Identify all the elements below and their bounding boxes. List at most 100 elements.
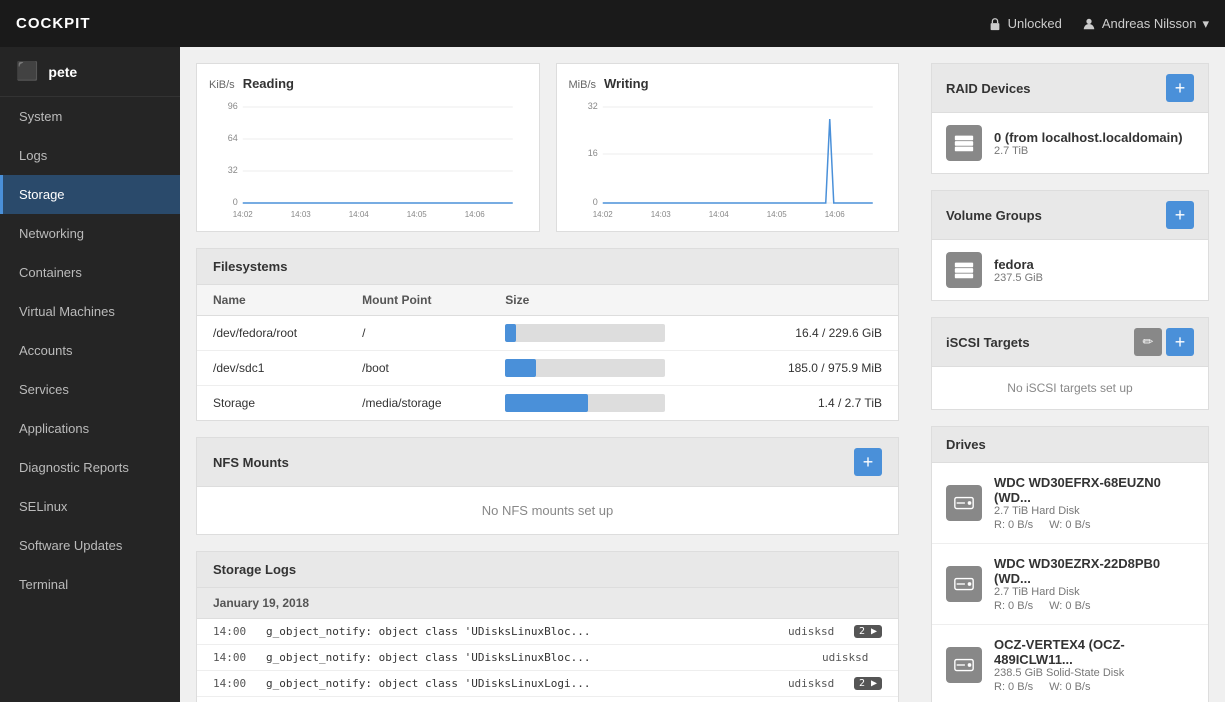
storage-logs-header: Storage Logs	[197, 552, 898, 588]
fs-bar	[489, 386, 736, 421]
disk-icon	[953, 132, 975, 154]
svg-text:14:06: 14:06	[824, 210, 845, 219]
writing-chart-svg: 32 16 0 14:02 14:03 14:04 14:05 14:06	[569, 99, 887, 219]
log-row: 14:00 g_object_notify: object class 'UDi…	[197, 671, 898, 697]
log-message: g_object_notify: object class 'UDisksLin…	[266, 651, 814, 664]
drive-item[interactable]: WDC WD30EZRX-22D8PB0 (WD... 2.7 TiB Hard…	[932, 544, 1208, 625]
fs-bar	[489, 316, 736, 351]
iscsi-section: iSCSI Targets ✏ + No iSCSI targets set u…	[931, 317, 1209, 410]
sidebar-item-selinux[interactable]: SELinux	[0, 487, 180, 526]
iscsi-add-button[interactable]: +	[1166, 328, 1194, 356]
hdd-icon	[953, 573, 975, 595]
sidebar: ⬛ pete System Logs Storage Networking Co…	[0, 47, 180, 702]
col-size-val	[736, 285, 898, 316]
sidebar-item-accounts[interactable]: Accounts	[0, 331, 180, 370]
charts-row: KiB/s Reading 96 64 32 0	[196, 63, 899, 232]
sidebar-item-virtual-machines[interactable]: Virtual Machines	[0, 292, 180, 331]
log-time: 14:00	[213, 651, 258, 664]
drive-write: W: 0 B/s	[1049, 681, 1090, 693]
raid-devices-section: RAID Devices + 0 (from localhost.localdo…	[931, 63, 1209, 174]
vg-header: Volume Groups +	[932, 191, 1208, 240]
fs-mount: /boot	[346, 351, 489, 386]
nfs-empty: No NFS mounts set up	[197, 487, 898, 534]
raid-icon	[946, 125, 982, 161]
fs-bar	[489, 351, 736, 386]
drives-section: Drives WDC WD30EFRX-68EUZN0 (WD... 2.7 T…	[931, 426, 1209, 702]
vg-item-name: fedora	[994, 257, 1043, 272]
iscsi-empty: No iSCSI targets set up	[932, 367, 1208, 409]
ssd-icon	[953, 654, 975, 676]
nfs-add-button[interactable]: +	[854, 448, 882, 476]
main-layout: ⬛ pete System Logs Storage Networking Co…	[0, 47, 1225, 702]
vg-item-sub: 237.5 GiB	[994, 272, 1043, 284]
drive-name: WDC WD30EFRX-68EUZN0 (WD...	[994, 475, 1194, 505]
svg-text:16: 16	[587, 148, 597, 158]
log-time: 14:00	[213, 677, 258, 690]
drive-sub: 2.7 TiB Hard Disk	[994, 505, 1194, 517]
fs-size: 16.4 / 229.6 GiB	[736, 316, 898, 351]
svg-text:96: 96	[228, 101, 238, 111]
log-row: 14:00 g_object_notify: object class 'UDi…	[197, 697, 898, 702]
fs-mount: /media/storage	[346, 386, 489, 421]
sidebar-item-software-updates[interactable]: Software Updates	[0, 526, 180, 565]
svg-text:32: 32	[587, 101, 597, 111]
log-row: 14:00 g_object_notify: object class 'UDi…	[197, 645, 898, 671]
col-size: Size	[489, 285, 736, 316]
storage-logs-title: Storage Logs	[213, 562, 296, 577]
svg-text:14:04: 14:04	[349, 210, 370, 219]
layers-icon	[953, 259, 975, 281]
log-badge: 2 ▶	[854, 677, 882, 690]
filesystems-section: Filesystems Name Mount Point Size	[196, 248, 899, 421]
drive-item-text: OCZ-VERTEX4 (OCZ-489ICLW11... 238.5 GiB …	[994, 637, 1194, 693]
drive-icon	[946, 485, 982, 521]
drive-rw: R: 0 B/s W: 0 B/s	[994, 681, 1194, 693]
sidebar-item-terminal[interactable]: Terminal	[0, 565, 180, 604]
user-icon	[1082, 17, 1096, 31]
hdd-icon	[953, 492, 975, 514]
sidebar-item-diagnostic-reports[interactable]: Diagnostic Reports	[0, 448, 180, 487]
vg-item[interactable]: fedora 237.5 GiB	[932, 240, 1208, 300]
user-dropdown-arrow: ▾	[1202, 16, 1209, 32]
drive-name: OCZ-VERTEX4 (OCZ-489ICLW11...	[994, 637, 1194, 667]
unlocked-status[interactable]: Unlocked	[988, 16, 1062, 31]
writing-unit: MiB/s	[569, 79, 597, 91]
drive-name: WDC WD30EZRX-22D8PB0 (WD...	[994, 556, 1194, 586]
sidebar-item-system[interactable]: System	[0, 97, 180, 136]
writing-chart-header: MiB/s Writing	[569, 76, 887, 91]
log-message: g_object_notify: object class 'UDisksLin…	[266, 677, 780, 690]
sidebar-item-storage[interactable]: Storage	[0, 175, 180, 214]
svg-text:0: 0	[592, 197, 597, 207]
raid-item[interactable]: 0 (from localhost.localdomain) 2.7 TiB	[932, 113, 1208, 173]
log-time: 14:00	[213, 625, 258, 638]
drive-read: R: 0 B/s	[994, 519, 1033, 531]
drive-icon	[946, 647, 982, 683]
sidebar-item-networking[interactable]: Networking	[0, 214, 180, 253]
log-message: g_object_notify: object class 'UDisksLin…	[266, 625, 780, 638]
log-service: udisksd	[822, 651, 882, 664]
iscsi-header: iSCSI Targets ✏ +	[932, 318, 1208, 367]
nfs-title: NFS Mounts	[213, 455, 289, 470]
sidebar-item-applications[interactable]: Applications	[0, 409, 180, 448]
drive-rw: R: 0 B/s W: 0 B/s	[994, 600, 1194, 612]
filesystems-table: Name Mount Point Size /dev/fedora/root /	[197, 285, 898, 420]
drive-item[interactable]: WDC WD30EFRX-68EUZN0 (WD... 2.7 TiB Hard…	[932, 463, 1208, 544]
log-service: udisksd	[788, 677, 848, 690]
raid-add-button[interactable]: +	[1166, 74, 1194, 102]
iscsi-edit-button[interactable]: ✏	[1134, 328, 1162, 356]
raid-item-text: 0 (from localhost.localdomain) 2.7 TiB	[994, 130, 1183, 157]
drive-item-text: WDC WD30EFRX-68EUZN0 (WD... 2.7 TiB Hard…	[994, 475, 1194, 531]
raid-item-sub: 2.7 TiB	[994, 145, 1183, 157]
reading-chart-header: KiB/s Reading	[209, 76, 527, 91]
fs-size: 185.0 / 975.9 MiB	[736, 351, 898, 386]
writing-title: Writing	[604, 76, 649, 91]
sidebar-item-logs[interactable]: Logs	[0, 136, 180, 175]
log-row: 14:00 g_object_notify: object class 'UDi…	[197, 619, 898, 645]
drive-item[interactable]: OCZ-VERTEX4 (OCZ-489ICLW11... 238.5 GiB …	[932, 625, 1208, 702]
user-menu[interactable]: Andreas Nilsson ▾	[1082, 16, 1209, 32]
raid-item-name: 0 (from localhost.localdomain)	[994, 130, 1183, 145]
vg-add-button[interactable]: +	[1166, 201, 1194, 229]
sidebar-item-containers[interactable]: Containers	[0, 253, 180, 292]
svg-text:14:03: 14:03	[291, 210, 312, 219]
sidebar-item-services[interactable]: Services	[0, 370, 180, 409]
reading-unit: KiB/s	[209, 79, 235, 91]
